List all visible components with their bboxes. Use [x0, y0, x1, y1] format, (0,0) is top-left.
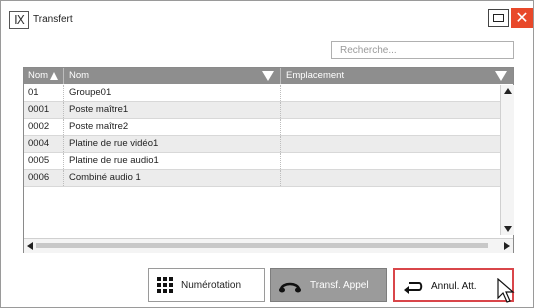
close-button[interactable]: ✕	[511, 8, 533, 28]
column-header-name[interactable]: Nom	[69, 68, 279, 84]
restore-button[interactable]	[488, 9, 509, 27]
scroll-up-icon[interactable]	[504, 88, 512, 94]
cell-name: Groupe01	[69, 87, 112, 98]
search-input[interactable]	[331, 41, 514, 59]
location-filter-dropdown-icon[interactable]	[495, 71, 507, 81]
scroll-left-icon[interactable]	[27, 242, 33, 250]
cell-name: Platine de rue vidéo1	[69, 138, 159, 149]
horizontal-scrollbar[interactable]	[24, 238, 513, 253]
transfer-call-button[interactable]: Transf. Appel	[270, 268, 387, 302]
column-divider[interactable]	[63, 68, 64, 84]
undo-arrow-icon	[404, 282, 423, 294]
dial-button[interactable]: Numérotation	[148, 268, 265, 302]
restore-icon	[493, 14, 504, 22]
window-title: Transfert	[33, 14, 73, 25]
cell-number: 01	[28, 87, 39, 98]
cell-name: Poste maître1	[69, 104, 129, 115]
transfer-call-label: Transf. Appel	[310, 280, 369, 291]
cell-number: 0002	[28, 121, 50, 132]
mouse-pointer-icon	[497, 278, 515, 303]
keypad-icon	[157, 277, 173, 293]
table-row[interactable]: 0006 Combiné audio 1	[24, 170, 500, 187]
directory-table: Nom Nom Emplacement 01 Groupe01 0001 Pos…	[23, 67, 514, 253]
cell-number: 0005	[28, 155, 50, 166]
table-row[interactable]: 0002 Poste maître2	[24, 119, 500, 136]
table-row[interactable]: 0001 Poste maître1	[24, 102, 500, 119]
close-icon: ✕	[515, 8, 529, 27]
table-row[interactable]: 0005 Platine de rue audio1	[24, 153, 500, 170]
table-row[interactable]: 01 Groupe01	[24, 85, 500, 102]
column-divider[interactable]	[280, 68, 281, 84]
scroll-thumb[interactable]	[36, 243, 488, 248]
cell-name: Combiné audio 1	[69, 172, 141, 183]
cell-name: Poste maître2	[69, 121, 129, 132]
dial-button-label: Numérotation	[181, 280, 242, 291]
handset-icon	[279, 282, 301, 293]
vertical-scrollbar[interactable]	[500, 85, 514, 235]
table-body: 01 Groupe01 0001 Poste maître1 0002 Post…	[24, 85, 500, 187]
column-header-location[interactable]: Emplacement	[286, 68, 496, 84]
cell-number: 0001	[28, 104, 50, 115]
name-filter-dropdown-icon[interactable]	[262, 71, 274, 81]
transfer-window: IX Transfert ✕ Nom Nom Emplacement 01 Gr…	[0, 0, 534, 308]
table-row[interactable]: 0004 Platine de rue vidéo1	[24, 136, 500, 153]
sort-ascending-icon[interactable]	[50, 72, 58, 80]
cancel-hold-button[interactable]: Annul. Att.	[393, 268, 514, 302]
scroll-right-icon[interactable]	[504, 242, 510, 250]
title-bar: IX Transfert ✕	[1, 1, 533, 35]
cell-name: Platine de rue audio1	[69, 155, 159, 166]
scroll-down-icon[interactable]	[504, 226, 512, 232]
app-logo-icon: IX	[9, 11, 29, 29]
table-header: Nom Nom Emplacement	[24, 68, 513, 84]
cell-number: 0006	[28, 172, 50, 183]
cell-number: 0004	[28, 138, 50, 149]
cancel-hold-label: Annul. Att.	[431, 281, 477, 292]
